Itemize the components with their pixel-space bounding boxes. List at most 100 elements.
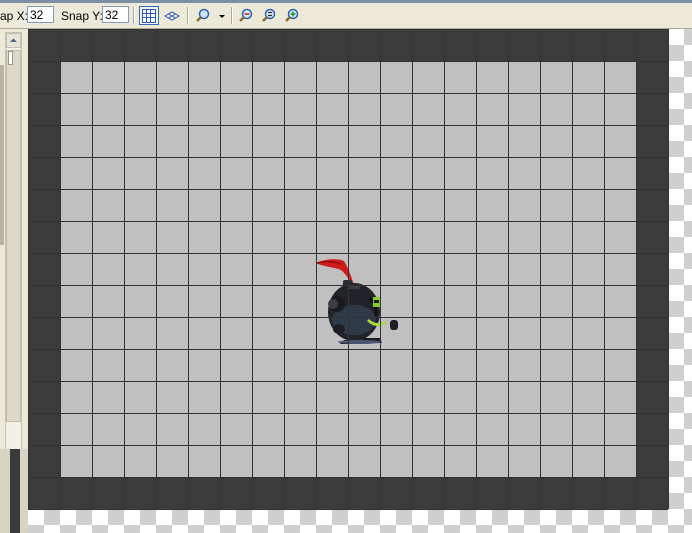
floor-tile[interactable] (124, 381, 156, 413)
floor-tile[interactable] (412, 189, 444, 221)
floor-tile[interactable] (156, 189, 188, 221)
floor-tile[interactable] (124, 157, 156, 189)
wall-tile[interactable] (636, 413, 668, 445)
floor-tile[interactable] (604, 445, 636, 477)
wall-tile[interactable] (28, 29, 60, 61)
floor-tile[interactable] (156, 445, 188, 477)
floor-tile[interactable] (252, 413, 284, 445)
floor-tile[interactable] (188, 413, 220, 445)
floor-tile[interactable] (540, 413, 572, 445)
floor-tile[interactable] (572, 317, 604, 349)
floor-tile[interactable] (188, 61, 220, 93)
wall-tile[interactable] (444, 477, 476, 509)
snap-x-input[interactable] (27, 6, 54, 23)
wall-tile[interactable] (316, 477, 348, 509)
wall-tile[interactable] (636, 61, 668, 93)
wall-tile[interactable] (28, 317, 60, 349)
wall-tile[interactable] (28, 477, 60, 509)
wall-tile[interactable] (28, 253, 60, 285)
snap-y-input[interactable] (102, 6, 129, 23)
floor-tile[interactable] (380, 285, 412, 317)
floor-tile[interactable] (284, 445, 316, 477)
wall-tile[interactable] (348, 477, 380, 509)
floor-tile[interactable] (604, 61, 636, 93)
floor-tile[interactable] (156, 221, 188, 253)
floor-tile[interactable] (444, 381, 476, 413)
floor-tile[interactable] (604, 253, 636, 285)
floor-tile[interactable] (220, 349, 252, 381)
wall-tile[interactable] (348, 29, 380, 61)
wall-tile[interactable] (604, 477, 636, 509)
floor-tile[interactable] (92, 381, 124, 413)
floor-tile[interactable] (220, 93, 252, 125)
floor-tile[interactable] (92, 189, 124, 221)
floor-tile[interactable] (284, 61, 316, 93)
wall-tile[interactable] (636, 93, 668, 125)
floor-tile[interactable] (220, 125, 252, 157)
wall-tile[interactable] (412, 477, 444, 509)
floor-tile[interactable] (572, 381, 604, 413)
wall-tile[interactable] (28, 61, 60, 93)
floor-tile[interactable] (220, 285, 252, 317)
floor-tile[interactable] (284, 189, 316, 221)
floor-tile[interactable] (316, 61, 348, 93)
floor-tile[interactable] (124, 413, 156, 445)
floor-tile[interactable] (316, 381, 348, 413)
wall-tile[interactable] (572, 29, 604, 61)
wall-tile[interactable] (636, 285, 668, 317)
floor-tile[interactable] (508, 93, 540, 125)
floor-tile[interactable] (572, 125, 604, 157)
floor-tile[interactable] (444, 125, 476, 157)
floor-tile[interactable] (188, 157, 220, 189)
floor-tile[interactable] (252, 445, 284, 477)
wall-tile[interactable] (28, 189, 60, 221)
wall-tile[interactable] (508, 29, 540, 61)
floor-tile[interactable] (188, 125, 220, 157)
floor-tile[interactable] (60, 157, 92, 189)
zoom-in-button[interactable] (282, 6, 302, 25)
floor-tile[interactable] (156, 317, 188, 349)
floor-tile[interactable] (252, 381, 284, 413)
wall-tile[interactable] (636, 349, 668, 381)
wall-tile[interactable] (28, 285, 60, 317)
floor-tile[interactable] (220, 413, 252, 445)
floor-tile[interactable] (380, 445, 412, 477)
floor-tile[interactable] (572, 61, 604, 93)
floor-tile[interactable] (572, 157, 604, 189)
floor-tile[interactable] (316, 317, 348, 349)
floor-tile[interactable] (60, 189, 92, 221)
floor-tile[interactable] (92, 285, 124, 317)
floor-tile[interactable] (156, 349, 188, 381)
floor-tile[interactable] (540, 381, 572, 413)
floor-tile[interactable] (476, 413, 508, 445)
wall-tile[interactable] (316, 29, 348, 61)
floor-tile[interactable] (540, 93, 572, 125)
floor-tile[interactable] (124, 93, 156, 125)
floor-tile[interactable] (284, 413, 316, 445)
floor-tile[interactable] (220, 221, 252, 253)
floor-tile[interactable] (92, 221, 124, 253)
wall-tile[interactable] (60, 29, 92, 61)
floor-tile[interactable] (348, 349, 380, 381)
floor-tile[interactable] (284, 125, 316, 157)
floor-tile[interactable] (508, 189, 540, 221)
floor-tile[interactable] (604, 189, 636, 221)
floor-tile[interactable] (60, 381, 92, 413)
floor-tile[interactable] (444, 221, 476, 253)
floor-tile[interactable] (476, 189, 508, 221)
floor-tile[interactable] (476, 285, 508, 317)
floor-tile[interactable] (60, 413, 92, 445)
floor-tile[interactable] (412, 285, 444, 317)
floor-tile[interactable] (252, 253, 284, 285)
floor-tile[interactable] (316, 253, 348, 285)
floor-tile[interactable] (476, 61, 508, 93)
floor-tile[interactable] (252, 93, 284, 125)
floor-tile[interactable] (124, 61, 156, 93)
wall-tile[interactable] (572, 477, 604, 509)
floor-tile[interactable] (284, 317, 316, 349)
floor-tile[interactable] (92, 317, 124, 349)
floor-tile[interactable] (348, 285, 380, 317)
wall-tile[interactable] (636, 381, 668, 413)
floor-tile[interactable] (572, 253, 604, 285)
floor-tile[interactable] (604, 317, 636, 349)
